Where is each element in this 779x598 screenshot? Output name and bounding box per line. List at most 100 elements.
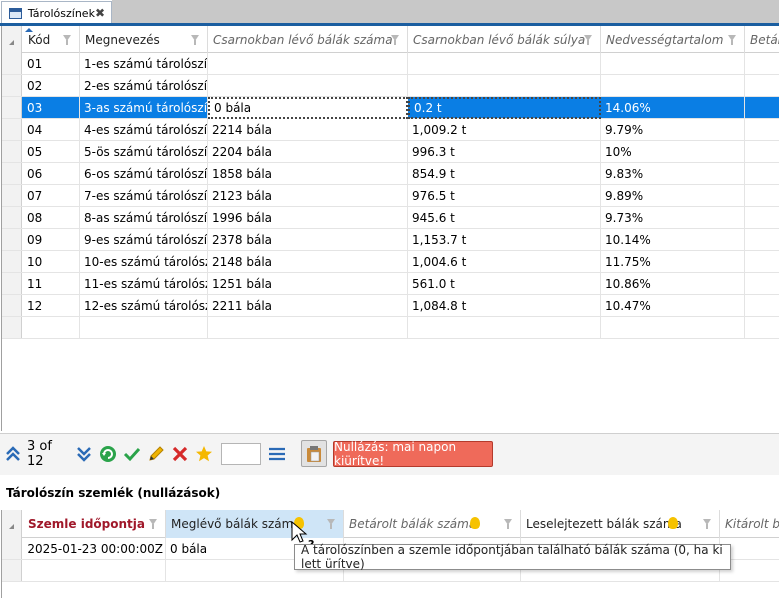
table-cell[interactable]: 01 (23, 53, 80, 75)
table-cell[interactable]: 11 (23, 273, 80, 295)
filter-icon[interactable] (149, 519, 157, 529)
table-cell[interactable] (601, 53, 745, 75)
table-cell[interactable]: 5-ös számú tárolószín (80, 141, 208, 163)
column-header-leselejtezett-balak[interactable]: Leselejtezett bálák száma (521, 510, 720, 538)
table-cell[interactable]: 02 (23, 75, 80, 97)
row-indicator[interactable] (2, 295, 22, 316)
column-header-kitarolt-balak[interactable]: Kitárolt bá (720, 510, 779, 538)
table-cell[interactable]: 945.6 t (408, 207, 601, 229)
table-cell[interactable]: 03 (23, 97, 80, 119)
table-cell[interactable]: 2148 bála (208, 251, 408, 273)
tab-tarolo-szinek[interactable]: Tárolószínek ✖ (1, 1, 112, 24)
table-row[interactable]: 03 3-as számú tárolószín 0 bála 0.2 t 14.06% (2, 97, 779, 119)
table-cell[interactable]: 2123 bála (208, 185, 408, 207)
table-cell[interactable] (745, 273, 779, 295)
favorite-button[interactable] (194, 442, 214, 466)
table-cell[interactable]: 12-es számú tárolószín (80, 295, 208, 317)
table-cell[interactable] (745, 119, 779, 141)
table-cell[interactable] (745, 53, 779, 75)
table-cell[interactable]: 7-es számú tárolószín (80, 185, 208, 207)
table-row[interactable]: 1212-es számú tárolószín2211 bála1,084.8… (2, 295, 779, 317)
row-indicator[interactable] (2, 207, 22, 228)
table-cell[interactable] (601, 75, 745, 97)
last-record-button[interactable] (75, 442, 93, 466)
table-cell[interactable]: 09 (23, 229, 80, 251)
edit-button[interactable] (146, 442, 166, 466)
row-indicator[interactable] (2, 185, 22, 206)
table-cell[interactable]: 996.3 t (408, 141, 601, 163)
table-cell[interactable]: 9.83% (601, 163, 745, 185)
table-cell[interactable]: 06 (23, 163, 80, 185)
table-row[interactable]: 02 2-es számú tárolószín (2, 75, 779, 97)
table-cell[interactable]: 9-es számú tárolószín (80, 229, 208, 251)
table-row[interactable]: 08 8-as számú tárolószín 1996 bála 945.6 t9… (2, 207, 779, 229)
table-cell[interactable]: 2214 bála (208, 119, 408, 141)
row-indicator[interactable] (2, 97, 22, 118)
table-cell[interactable]: 854.9 t (408, 163, 601, 185)
filter-icon[interactable] (504, 519, 512, 529)
table-cell[interactable] (745, 141, 779, 163)
delete-button[interactable] (170, 442, 190, 466)
table-cell[interactable] (208, 53, 408, 75)
table-cell[interactable]: 10.47% (601, 295, 745, 317)
paste-button[interactable] (301, 440, 327, 467)
table-cell[interactable] (208, 75, 408, 97)
table-cell[interactable]: 6-os számú tárolószín (80, 163, 208, 185)
table-cell[interactable]: 05 (23, 141, 80, 163)
table-cell[interactable]: 1858 bála (208, 163, 408, 185)
column-header-megnevezes[interactable]: Megnevezés (80, 26, 208, 53)
table-cell[interactable]: 3-as számú tárolószín (80, 97, 208, 119)
table-row[interactable]: 07 7-es számú tárolószín 2123 bála 976.5 t9… (2, 185, 779, 207)
table-cell[interactable] (745, 97, 779, 119)
reset-storage-button[interactable]: Nullázás: mai napon kiürítve! (333, 440, 493, 468)
column-header-betarolt-balak[interactable]: Betárolt bálák száma (344, 510, 521, 538)
table-cell[interactable]: 2204 bála (208, 141, 408, 163)
row-indicator[interactable] (2, 229, 22, 250)
table-cell[interactable]: 1-es számú tárolószín (80, 53, 208, 75)
table-cell[interactable]: 1996 bála (208, 207, 408, 229)
table-cell[interactable]: 10 (23, 251, 80, 273)
row-indicator[interactable] (2, 75, 22, 96)
column-header-nedvesseg[interactable]: Nedvességtartalom (601, 26, 745, 53)
table-cell[interactable]: 4-es számú tárolószín (80, 119, 208, 141)
row-indicator[interactable] (2, 119, 22, 140)
table-cell[interactable]: 12 (23, 295, 80, 317)
column-header-balak-sulya[interactable]: Csarnokban lévő bálák súlya (408, 26, 601, 53)
table-cell[interactable]: 1,153.7 t (408, 229, 601, 251)
table-cell[interactable]: 10% (601, 141, 745, 163)
table-cell[interactable]: 07 (23, 185, 80, 207)
table-cell[interactable] (745, 229, 779, 251)
table-cell[interactable]: 0.2 t (408, 97, 601, 119)
table-cell[interactable]: 976.5 t (408, 185, 601, 207)
filter-icon[interactable] (63, 35, 71, 45)
table-cell[interactable]: 8-as számú tárolószín (80, 207, 208, 229)
table-cell[interactable]: 10.14% (601, 229, 745, 251)
table-cell[interactable]: 9.79% (601, 119, 745, 141)
table-cell[interactable]: 11.75% (601, 251, 745, 273)
table-cell[interactable] (745, 163, 779, 185)
table-row[interactable]: 05 5-ös számú tárolószín 2204 bála 996.3 t1… (2, 141, 779, 163)
refresh-button[interactable] (98, 442, 118, 466)
save-button[interactable] (122, 442, 142, 466)
table-cell[interactable]: 04 (23, 119, 80, 141)
filter-icon[interactable] (584, 35, 592, 45)
table-cell[interactable] (408, 53, 601, 75)
row-indicator[interactable] (2, 251, 22, 272)
row-indicator[interactable] (2, 538, 22, 559)
filter-icon[interactable] (728, 35, 736, 45)
table-row[interactable]: 04 4-es számú tárolószín 2214 bála 1,009.2 … (2, 119, 779, 141)
filter-icon[interactable] (703, 519, 711, 529)
table-cell[interactable]: 10-es számú tárolószín (80, 251, 208, 273)
table-row[interactable]: 06 6-os számú tárolószín 1858 bála 854.9 t9… (2, 163, 779, 185)
table-cell[interactable]: 10.86% (601, 273, 745, 295)
table-cell[interactable] (745, 207, 779, 229)
filter-icon[interactable] (327, 519, 335, 529)
table-cell[interactable]: 2025-01-23 00:00:00Z (23, 538, 166, 560)
column-header-kod[interactable]: Kód (23, 26, 80, 53)
filter-icon[interactable] (191, 35, 199, 45)
row-indicator[interactable] (2, 53, 22, 74)
search-field[interactable] (221, 443, 261, 465)
table-cell[interactable]: 2-es számú tárolószín (80, 75, 208, 97)
row-indicator[interactable] (2, 273, 22, 294)
table-cell[interactable]: 1251 bála (208, 273, 408, 295)
